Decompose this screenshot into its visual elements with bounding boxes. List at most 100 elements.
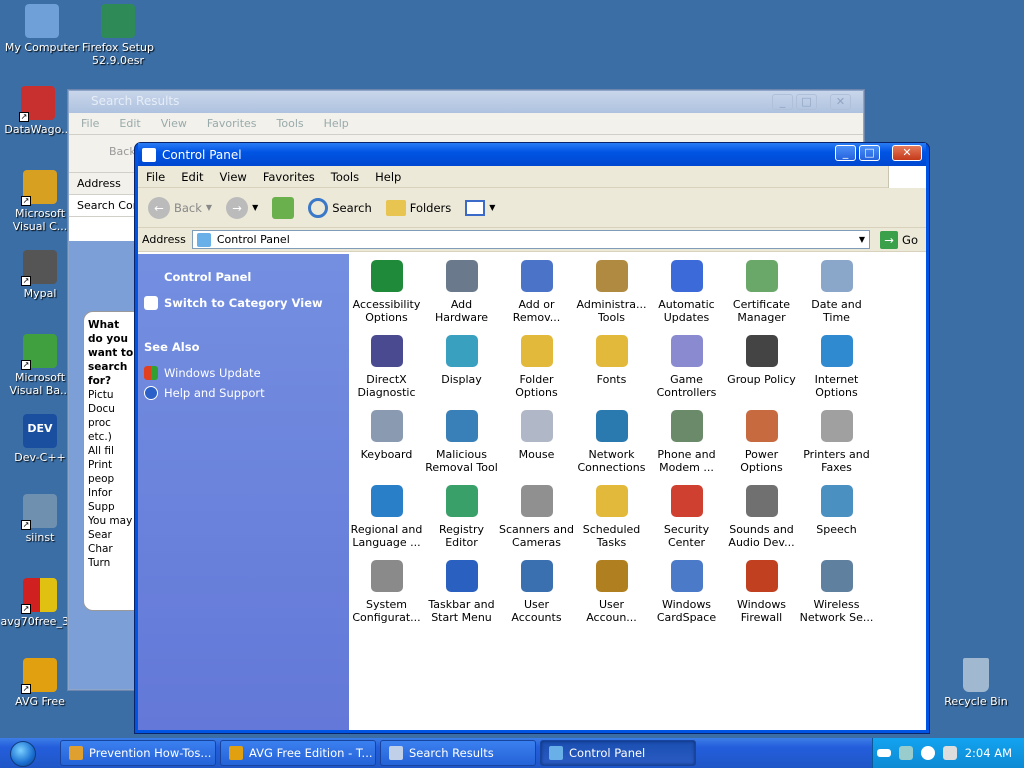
cp-item[interactable]: Mouse — [499, 408, 574, 483]
maximize-button[interactable]: □ — [796, 94, 817, 110]
desktop-icon-firefox[interactable]: Firefox Setup 52.9.0esr — [76, 4, 160, 67]
cp-item[interactable]: Group Policy — [724, 333, 799, 408]
menu-edit[interactable]: Edit — [119, 117, 140, 130]
task-control-panel[interactable]: Control Panel — [540, 740, 696, 766]
address-input[interactable]: Control Panel ▼ — [191, 230, 871, 249]
cp-item[interactable]: Taskbar and Start Menu — [424, 558, 499, 633]
control-panel-titlebar[interactable]: Control Panel _ □ ✕ — [138, 143, 926, 166]
cp-item[interactable]: Power Options — [724, 408, 799, 483]
back-button[interactable]: Back — [81, 145, 136, 158]
cp-item[interactable]: Add or Remov... — [499, 258, 574, 333]
cp-item[interactable]: System Configurat... — [349, 558, 424, 633]
cp-item[interactable]: Certificate Manager — [724, 258, 799, 333]
minimize-button[interactable]: _ — [772, 94, 793, 110]
cp-item[interactable]: Malicious Removal Tool — [424, 408, 499, 483]
search-more-option[interactable]: Char — [88, 542, 134, 556]
switch-category-view-link[interactable]: Switch to Category View — [144, 296, 349, 310]
cp-item[interactable]: Sounds and Audio Dev... — [724, 483, 799, 558]
menu-file[interactable]: File — [81, 117, 99, 130]
chevron-down-icon[interactable]: ▼ — [859, 235, 865, 244]
cp-item[interactable]: Date and Time — [799, 258, 874, 333]
help-support-link[interactable]: Help and Support — [144, 386, 349, 400]
cp-item-label: Wireless Network Se... — [799, 598, 874, 624]
back-button[interactable]: ← Back ▼ — [144, 195, 216, 221]
tray-speaker-icon[interactable] — [942, 746, 957, 760]
search-option[interactable]: Infor Supp — [88, 486, 134, 514]
cp-item[interactable]: Scanners and Cameras — [499, 483, 574, 558]
minimize-button[interactable]: _ — [835, 145, 856, 161]
cp-item[interactable]: Speech — [799, 483, 874, 558]
cp-item[interactable]: User Accoun... — [574, 558, 649, 633]
menu-tools[interactable]: Tools — [277, 117, 304, 130]
go-button[interactable]: → Go — [876, 229, 922, 251]
cp-item[interactable]: Network Connections — [574, 408, 649, 483]
menu-view[interactable]: View — [212, 170, 255, 184]
printer-icon — [820, 410, 853, 442]
task-search-results[interactable]: Search Results — [380, 740, 536, 766]
task-avg[interactable]: AVG Free Edition - T... — [220, 740, 376, 766]
cp-item[interactable]: Accessibility Options — [349, 258, 424, 333]
cp-item[interactable]: User Accounts — [499, 558, 574, 633]
windows-update-link[interactable]: Windows Update — [144, 366, 349, 380]
close-button[interactable]: ✕ — [892, 145, 922, 161]
cp-item[interactable]: Folder Options — [499, 333, 574, 408]
search-option[interactable]: Pictu — [88, 388, 134, 402]
cp-item[interactable]: Registry Editor — [424, 483, 499, 558]
menu-file[interactable]: File — [138, 170, 173, 184]
search-window-titlebar[interactable]: Search Results _ □ ✕ — [69, 91, 863, 113]
cp-item-label: Accessibility Options — [352, 298, 421, 324]
menu-tools[interactable]: Tools — [323, 170, 367, 184]
cp-item[interactable]: Keyboard — [349, 408, 424, 483]
menu-favorites[interactable]: Favorites — [255, 170, 323, 184]
search-more-option[interactable]: Sear — [88, 528, 134, 542]
views-button[interactable]: ▼ — [461, 198, 499, 218]
desktop-icon-recycle-bin[interactable]: Recycle Bin — [934, 658, 1018, 708]
cp-item[interactable]: Regional and Language ... — [349, 483, 424, 558]
menu-edit[interactable]: Edit — [173, 170, 211, 184]
cp-item[interactable]: Fonts — [574, 333, 649, 408]
control-panel-window[interactable]: Control Panel _ □ ✕ File Edit View Favor… — [134, 142, 930, 734]
search-option[interactable]: Docu proc etc.) — [88, 402, 134, 444]
menu-view[interactable]: View — [161, 117, 187, 130]
cp-item[interactable]: Phone and Modem ... — [649, 408, 724, 483]
search-button[interactable]: Search — [304, 196, 376, 220]
folders-button[interactable]: Folders — [382, 198, 456, 218]
cp-item[interactable]: Administra... Tools — [574, 258, 649, 333]
chevron-down-icon: ▼ — [489, 203, 496, 212]
tray-keyboard-icon[interactable] — [876, 749, 891, 757]
cp-item[interactable]: DirectX Diagnostic — [349, 333, 424, 408]
up-button[interactable] — [268, 195, 298, 221]
menu-help[interactable]: Help — [367, 170, 409, 184]
phone-icon — [670, 410, 703, 442]
task-prevention[interactable]: Prevention How-Tos... — [60, 740, 216, 766]
cp-item[interactable]: Wireless Network Se... — [799, 558, 874, 633]
certificate-icon — [745, 260, 778, 292]
search-option[interactable]: Print peop — [88, 458, 134, 486]
tray-network-icon[interactable] — [898, 746, 913, 760]
menu-help[interactable]: Help — [324, 117, 349, 130]
cp-item[interactable]: Add Hardware — [424, 258, 499, 333]
desktop-icon-my-computer[interactable]: My Computer — [0, 4, 84, 54]
cp-item[interactable]: Security Center — [649, 483, 724, 558]
start-button[interactable] — [0, 738, 52, 768]
cp-item[interactable]: Printers and Faxes — [799, 408, 874, 483]
cp-item[interactable]: Automatic Updates — [649, 258, 724, 333]
cp-item[interactable]: Windows CardSpace — [649, 558, 724, 633]
system-config-icon — [370, 560, 403, 592]
cp-item[interactable]: Windows Firewall — [724, 558, 799, 633]
search-more-option[interactable]: Turn — [88, 556, 134, 570]
menu-favorites[interactable]: Favorites — [207, 117, 257, 130]
cp-item-label: Sounds and Audio Dev... — [728, 523, 795, 549]
maximize-button[interactable]: □ — [859, 145, 880, 161]
close-button[interactable]: ✕ — [830, 94, 851, 110]
tray-avg-icon[interactable] — [920, 746, 935, 760]
cp-item-label: Keyboard — [360, 448, 413, 461]
go-arrow-icon: → — [880, 230, 899, 249]
search-option[interactable]: All fil — [88, 444, 134, 458]
clock[interactable]: 2:04 AM — [965, 746, 1012, 760]
cp-item[interactable]: Scheduled Tasks — [574, 483, 649, 558]
cp-item[interactable]: Game Controllers — [649, 333, 724, 408]
cp-item[interactable]: Display — [424, 333, 499, 408]
forward-button[interactable]: → ▼ — [222, 195, 262, 221]
cp-item[interactable]: Internet Options — [799, 333, 874, 408]
